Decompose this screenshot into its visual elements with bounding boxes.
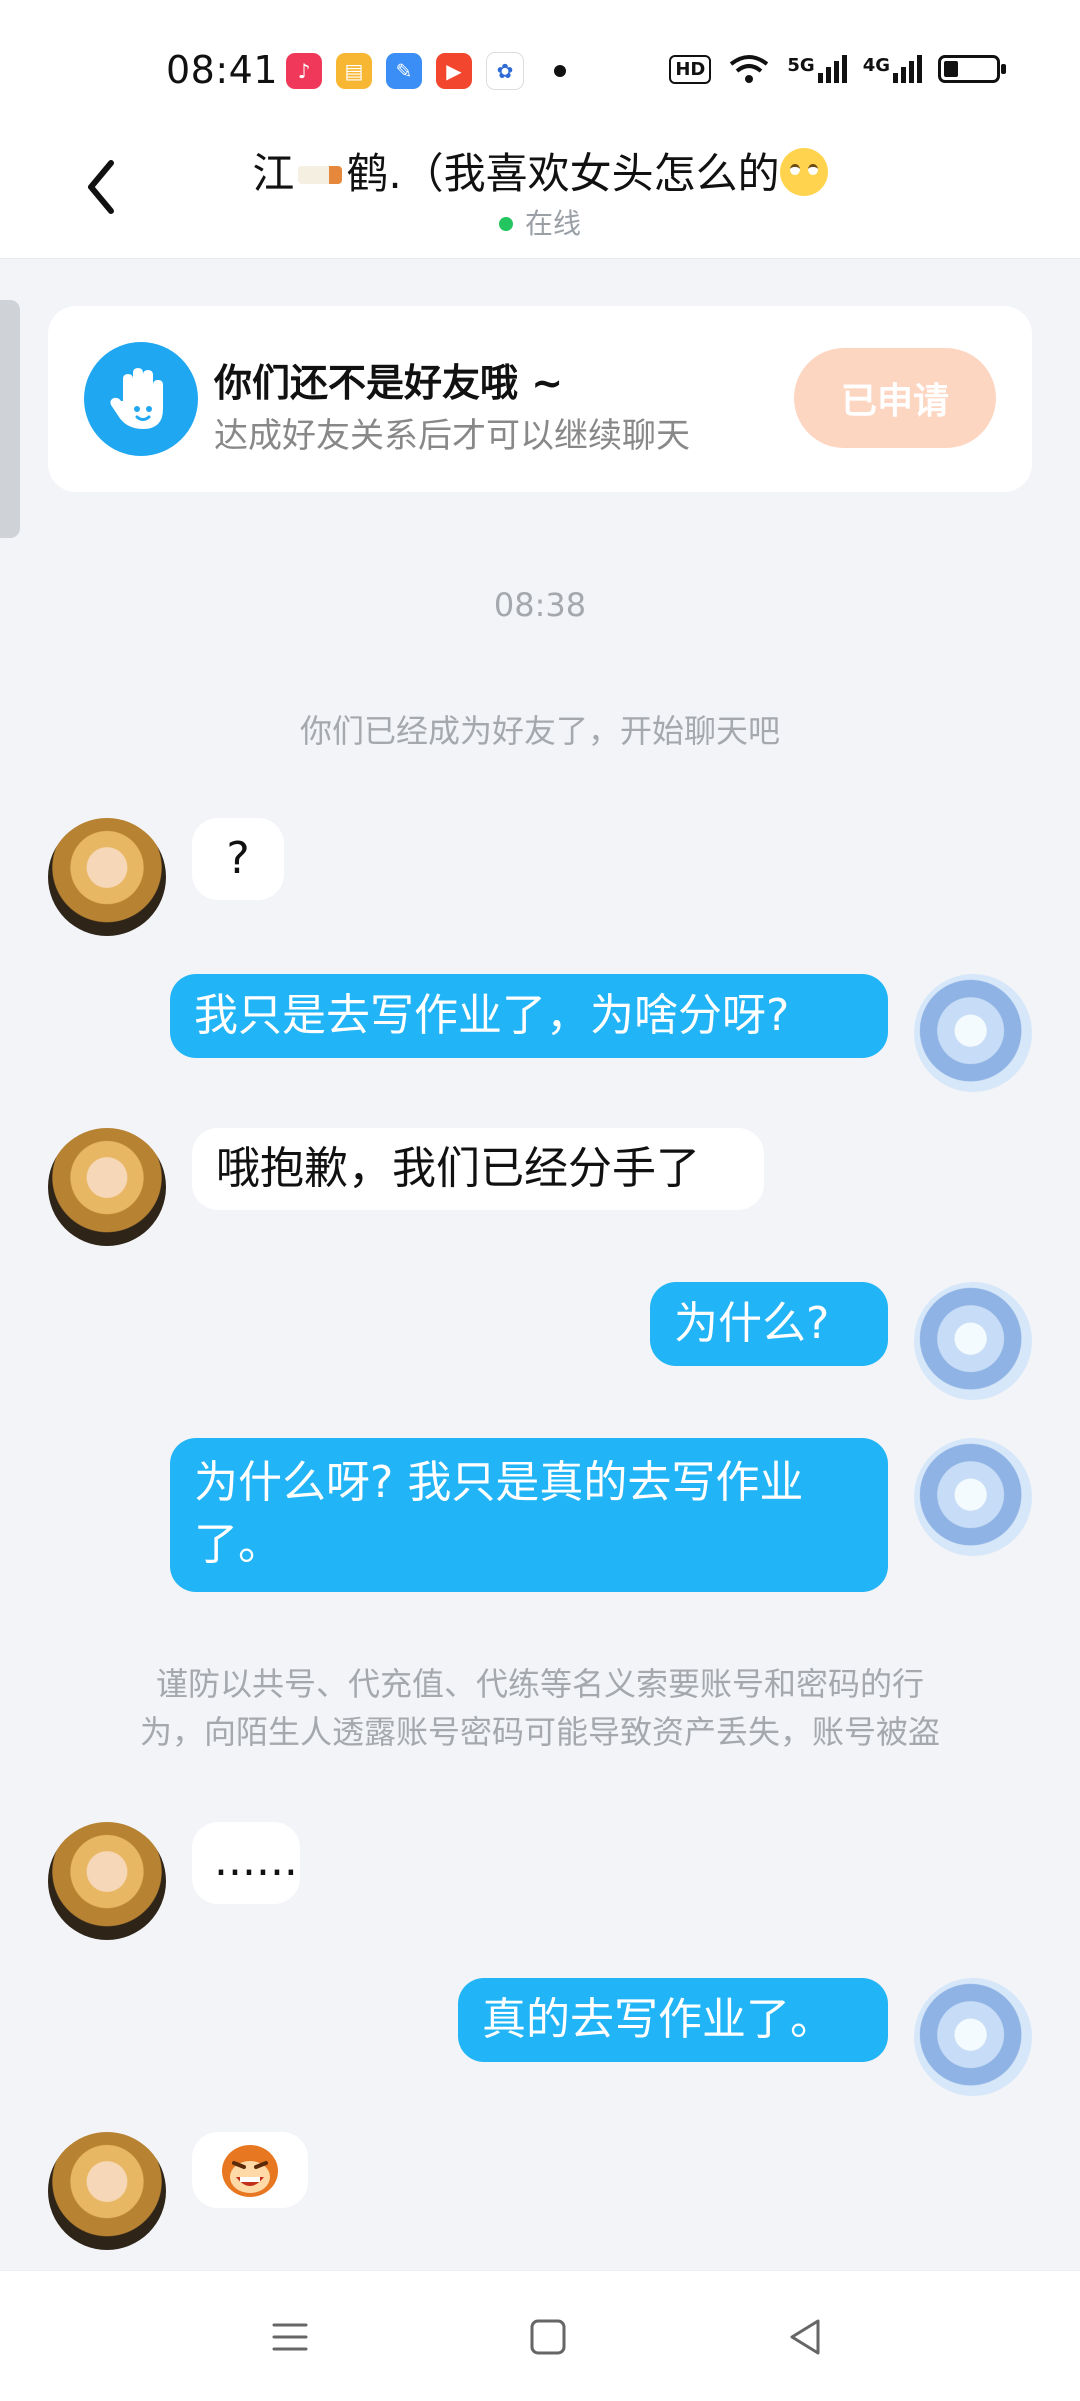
- chat-header: 江 鹤.（我喜欢女头怎么的 在线: [0, 130, 1080, 259]
- nav-back-button[interactable]: [776, 2309, 836, 2365]
- outgoing-message-bubble[interactable]: 真的去写作业了。: [458, 1978, 888, 2062]
- my-avatar[interactable]: [914, 974, 1032, 1092]
- hd-voice-icon: HD: [669, 54, 712, 84]
- security-warning: 谨防以共号、代充值、代练等名义索要账号和密码的行 为，向陌生人透露账号密码可能导…: [80, 1660, 1000, 1756]
- online-label: 在线: [524, 207, 581, 240]
- wifi-icon: [730, 55, 769, 83]
- my-avatar[interactable]: [914, 1282, 1032, 1400]
- contact-avatar[interactable]: [48, 1128, 166, 1246]
- security-warning-line-1: 谨防以共号、代充值、代练等名义索要账号和密码的行: [155, 1665, 924, 1703]
- video-app-icon: ▶: [436, 53, 472, 89]
- online-status: 在线: [0, 202, 1080, 242]
- incoming-message-bubble[interactable]: ......: [192, 1822, 300, 1904]
- eye-roll-emoji: [779, 148, 828, 196]
- my-avatar[interactable]: [914, 1978, 1032, 2096]
- home-button[interactable]: [518, 2309, 578, 2365]
- sticker-message-bubble[interactable]: [192, 2132, 308, 2208]
- signal-5g-icon: 5G: [787, 55, 847, 83]
- title-text-left: 江: [252, 149, 295, 198]
- cigarette-emoji: [298, 166, 343, 184]
- contact-avatar[interactable]: [48, 818, 166, 936]
- incoming-message-bubble[interactable]: ?: [192, 818, 284, 900]
- my-avatar[interactable]: [914, 1438, 1032, 1556]
- menu-button[interactable]: [260, 2309, 320, 2365]
- outgoing-message-bubble[interactable]: 为什么呀? 我只是真的去写作业 了。: [170, 1438, 888, 1592]
- chat-title[interactable]: 江 鹤.（我喜欢女头怎么的: [0, 140, 1080, 201]
- music-app-icon: ♪: [286, 53, 322, 89]
- security-warning-line-2: 为，向陌生人透露账号密码可能导致资产丢失，账号被盗: [139, 1713, 940, 1751]
- feather-app-icon: ✎: [386, 53, 422, 89]
- notification-icons: ♪ ▤ ✎ ▶ ✿: [286, 52, 566, 90]
- friend-card-subtitle: 达成好友关系后才可以继续聊天: [214, 416, 690, 456]
- contact-avatar[interactable]: [48, 1822, 166, 1940]
- baidu-app-icon: ✿: [486, 52, 524, 90]
- friend-card-title: 你们还不是好友哦 ~: [214, 361, 564, 405]
- friend-request-card: 你们还不是好友哦 ~ 达成好友关系后才可以继续聊天 已申请: [48, 306, 1032, 492]
- system-message: 你们已经成为好友了，开始聊天吧: [299, 712, 780, 750]
- side-drawer-handle[interactable]: [0, 300, 20, 538]
- status-time: 08:41: [166, 48, 279, 92]
- outgoing-message-bubble[interactable]: 我只是去写作业了，为啥分呀?: [170, 974, 888, 1058]
- home-square-icon: [530, 2319, 566, 2355]
- more-notifications-dot: [554, 65, 566, 77]
- outgoing-message-bubble[interactable]: 为什么?: [650, 1282, 888, 1366]
- status-bar: 08:41 ♪ ▤ ✎ ▶ ✿ HD 5G 4G: [0, 0, 1080, 130]
- contact-avatar[interactable]: [48, 2132, 166, 2250]
- title-text-right: 鹤.（我喜欢女头怎么的: [346, 149, 780, 198]
- incoming-message-bubble[interactable]: 哦抱歉，我们已经分手了: [192, 1128, 764, 1210]
- hand-wave-icon: [84, 342, 198, 456]
- system-navigation-bar: [0, 2270, 1080, 2401]
- applied-button[interactable]: 已申请: [794, 348, 996, 448]
- signal-5g-label: 5G: [787, 55, 815, 76]
- system-icons: HD 5G 4G: [669, 52, 1006, 86]
- back-triangle-icon: [790, 2319, 820, 2355]
- signal-4g-label: 4G: [862, 55, 890, 76]
- menu-icon: [272, 2323, 308, 2351]
- books-app-icon: ▤: [336, 53, 372, 89]
- laughing-monkey-sticker: [222, 2145, 278, 2197]
- signal-4g-icon: 4G: [863, 55, 922, 83]
- message-line-2: 了。: [194, 1519, 282, 1570]
- online-dot-icon: [498, 217, 513, 231]
- battery-icon: [938, 55, 1006, 83]
- message-line-1: 为什么呀? 我只是真的去写作业: [194, 1457, 804, 1508]
- message-timestamp: 08:38: [493, 586, 587, 624]
